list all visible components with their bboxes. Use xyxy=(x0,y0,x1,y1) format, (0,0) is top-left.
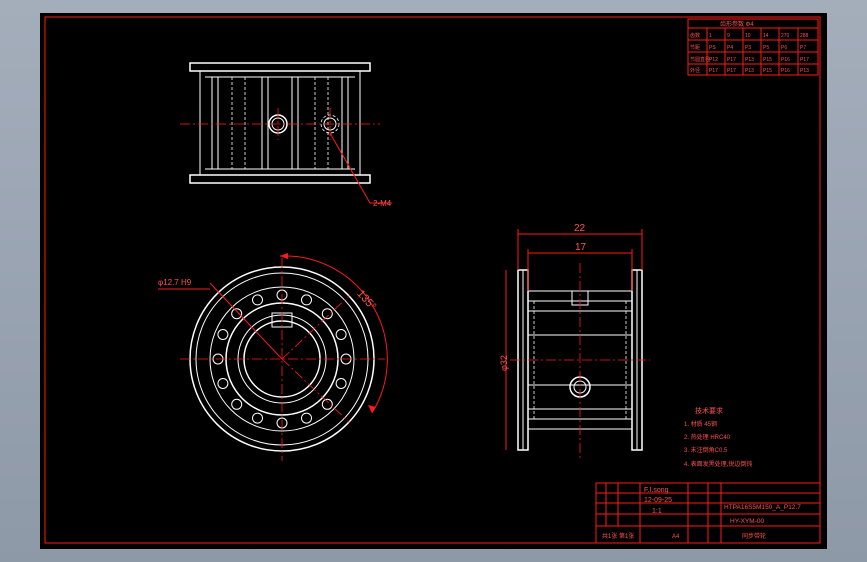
tooth-table-cell: P13 xyxy=(745,68,754,74)
technical-notes: 技术要求 1. 材质 45钢 2. 热处理 HRC40 3. 未注倒角C0.5 … xyxy=(684,406,752,468)
circular-view: 135° φ12.7 H9 xyxy=(158,253,388,461)
sheet-size: A4 xyxy=(672,534,680,540)
tooth-table-cell: 10 xyxy=(745,33,751,39)
tooth-table-cell: 外径 xyxy=(690,67,700,74)
tooth-notch xyxy=(335,329,347,340)
tooth-notch xyxy=(217,378,229,389)
tooth-table-cell: P17 xyxy=(727,68,736,74)
tooth-notch xyxy=(217,329,229,340)
outer-dia-dimension: φ32 xyxy=(499,355,509,371)
tooth-table-cell: PS xyxy=(709,45,716,51)
note-item-4: 4. 表面发黑处理,锐边倒钝 xyxy=(684,460,752,468)
technical-drawing: 2-M4 135° φ12.7 H9 22 17 φ32 齿形参数 Ф4 齿数 … xyxy=(44,16,821,544)
hole-note-label: 2-M4 xyxy=(373,199,392,208)
notes-title: 技术要求 xyxy=(695,406,723,415)
tooth-table-cell: P3 xyxy=(745,45,751,51)
drawing-title: 同步带轮 xyxy=(742,532,766,540)
bore-dimension: φ12.7 H9 xyxy=(158,278,192,287)
tooth-notch xyxy=(252,412,263,424)
designer-name: F.I.song xyxy=(644,487,669,494)
width-inner-dimension: 17 xyxy=(575,242,587,253)
tooth-table-cell: P17 xyxy=(727,57,736,63)
width-total-dimension: 22 xyxy=(574,223,586,234)
tooth-table-cell: P6 xyxy=(781,45,787,51)
tooth-notch xyxy=(301,294,312,306)
tooth-table-cell: P16 xyxy=(781,57,790,63)
tooth-table-cell: 288 xyxy=(800,33,809,39)
note-item-3: 3. 未注倒角C0.5 xyxy=(684,446,728,454)
tooth-table-cell: 齿数 xyxy=(690,32,700,39)
tooth-table-cell: P15 xyxy=(763,68,772,74)
tooth-table-cell: 14 xyxy=(763,33,769,39)
tooth-table-cell: P12 xyxy=(709,57,718,63)
cad-viewport[interactable]: 2-M4 135° φ12.7 H9 22 17 φ32 齿形参数 Ф4 齿数 … xyxy=(0,0,867,562)
drawing-scale: 1:1 xyxy=(652,508,662,515)
tooth-table-cell: P15 xyxy=(763,57,772,63)
tooth-table-cell: 1 xyxy=(709,33,712,39)
drawing-canvas[interactable]: 2-M4 135° φ12.7 H9 22 17 φ32 齿形参数 Ф4 齿数 … xyxy=(40,13,827,549)
tooth-table-cell: 节圆直径 xyxy=(690,56,710,63)
tooth-notch xyxy=(321,398,333,410)
part-name: HTPA16S5M150_A_P12.7 xyxy=(724,504,801,511)
tooth-notch xyxy=(321,308,333,320)
tooth-notch xyxy=(301,412,312,424)
note-item-2: 2. 热处理 HRC40 xyxy=(684,433,731,441)
tooth-table-cell: 节距 xyxy=(690,45,700,51)
tooth-table-title: 齿形参数 Ф4 xyxy=(720,20,754,28)
tooth-table-cell: P13 xyxy=(800,68,809,74)
tooth-table-cell: 270 xyxy=(781,33,790,39)
title-block: F.I.song 12-09-25 1:1 HTPA16S5M150_A_P12… xyxy=(595,482,821,544)
tooth-table-cell: P17 xyxy=(709,68,718,74)
tooth-table-cell: 9 xyxy=(727,33,730,39)
note-item-1: 1. 材质 45钢 xyxy=(684,420,717,428)
tooth-table-cell: P4 xyxy=(727,45,733,51)
tooth-table-cell: P5 xyxy=(763,45,769,51)
tooth-table-cell: P16 xyxy=(781,68,790,74)
tooth-table-cell: P13 xyxy=(745,57,754,63)
drawing-date: 12-09-25 xyxy=(644,497,672,504)
tooth-table-cell: P7 xyxy=(800,45,806,51)
side-view: 22 17 φ32 xyxy=(499,223,650,458)
tooth-notch xyxy=(252,294,263,306)
tooth-notch xyxy=(335,378,347,389)
tooth-notch xyxy=(231,308,243,320)
tooth-notch xyxy=(231,398,243,410)
tooth-parameter-table: 齿形参数 Ф4 齿数 1 9 10 14 270 288 节距 PS P4 P3 P5 P6 P7 节圆直径… xyxy=(687,18,819,76)
drawing-number: HY-XYM-00 xyxy=(730,518,764,525)
top-view: 2-M4 xyxy=(180,62,392,208)
tooth-table-cell: P17 xyxy=(800,57,809,63)
sheet-count: 共1张 第1张 xyxy=(602,532,634,540)
